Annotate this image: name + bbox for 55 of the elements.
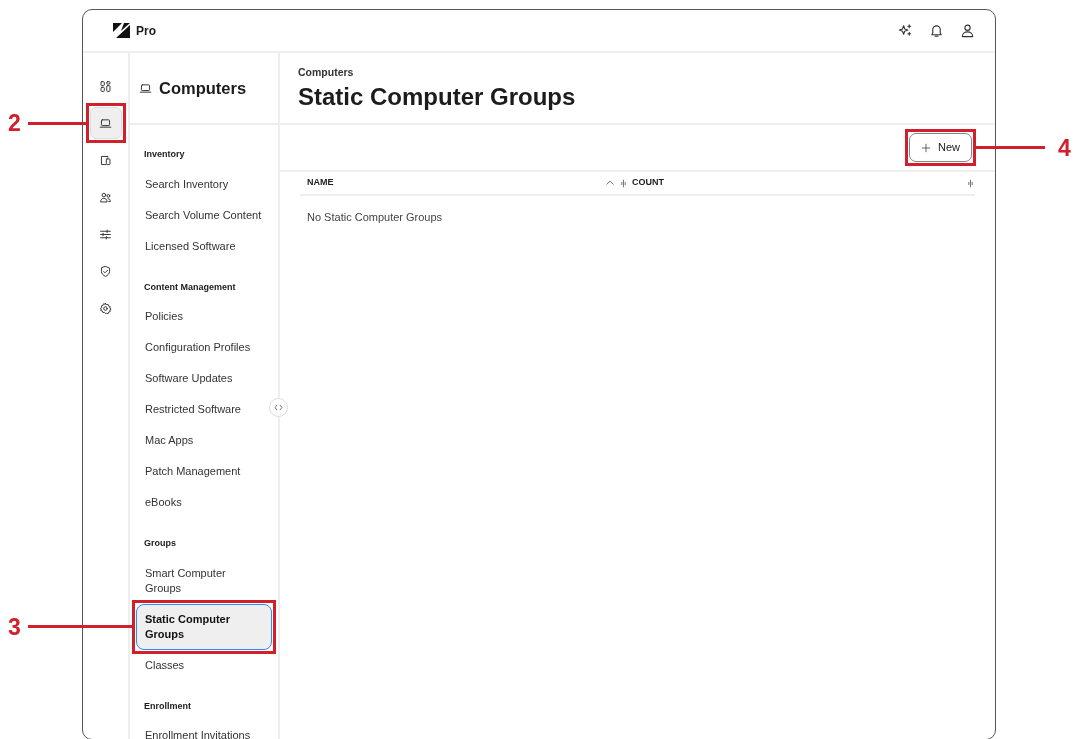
sidebar-item[interactable]: Software Updates [136, 363, 272, 394]
sidebar-item[interactable]: Search Inventory [136, 168, 272, 200]
sidebar-item[interactable]: Search Volume Content [136, 199, 272, 231]
empty-state-text: No Static Computer Groups [306, 210, 444, 225]
callout-number: 2 [8, 112, 21, 135]
page-title: Static Computer Groups [298, 82, 577, 112]
leader-line [28, 121, 86, 125]
shield-check-icon [99, 264, 112, 278]
settings-icon [99, 301, 112, 315]
user-icon [960, 23, 975, 38]
column-header: NAME [307, 176, 334, 190]
breadcrumb: Computers [298, 65, 355, 80]
new-button[interactable]: New [909, 133, 972, 162]
sidebar-item[interactable]: Licensed Software [136, 230, 272, 262]
sidebar-item[interactable]: eBooks [136, 487, 272, 518]
column-resize-icon [619, 178, 628, 188]
sparkles-button[interactable] [898, 23, 913, 38]
callout-box [85, 103, 126, 143]
collapse-toggle-button[interactable] [269, 398, 288, 417]
callout-number: 3 [8, 615, 21, 639]
nav-section-heading: Enrollment [143, 699, 192, 713]
plus-icon [921, 142, 931, 153]
sparkles-icon [898, 23, 913, 38]
laptop-icon [139, 81, 152, 95]
sidebar-item[interactable]: Mac Apps [136, 425, 272, 456]
devices-icon [99, 153, 112, 167]
bell-icon [929, 23, 944, 38]
nav-section-heading: Content Management [143, 280, 237, 294]
sidebar-item[interactable]: Enrollment Invitations [136, 720, 272, 739]
chevron-up-icon [605, 178, 615, 188]
sidebar-item[interactable]: Classes [136, 649, 272, 681]
dashboard-icon [99, 79, 112, 93]
column-header: COUNT [632, 176, 664, 190]
leader-line [976, 146, 1045, 149]
users-icon [99, 190, 112, 204]
rail-nav-button[interactable] [89, 107, 122, 139]
callout-number: 4 [1058, 136, 1071, 160]
sidebar-item[interactable]: Static Computer Groups [136, 603, 272, 650]
laptop-icon [99, 116, 112, 130]
user-button[interactable] [960, 23, 975, 38]
sidebar-item[interactable]: Restricted Software [136, 394, 272, 425]
callout-box [905, 129, 976, 166]
product-name: Pro [136, 22, 156, 40]
code-chevrons-icon [274, 403, 283, 412]
sidebar-item[interactable]: Patch Management [136, 456, 272, 487]
bell-button[interactable] [929, 23, 944, 38]
sidebar-item[interactable]: Configuration Profiles [136, 332, 272, 363]
sidebar-item[interactable]: Smart Computer Groups [136, 557, 272, 604]
column-resize-icon [966, 178, 975, 188]
sidebar-item[interactable]: Policies [136, 301, 272, 332]
nav-section-heading: Groups [143, 537, 177, 550]
sliders-icon [99, 227, 112, 241]
logo-icon [113, 23, 130, 38]
section-title: Computers [159, 77, 247, 99]
nav-section-heading: Inventory [143, 148, 186, 161]
